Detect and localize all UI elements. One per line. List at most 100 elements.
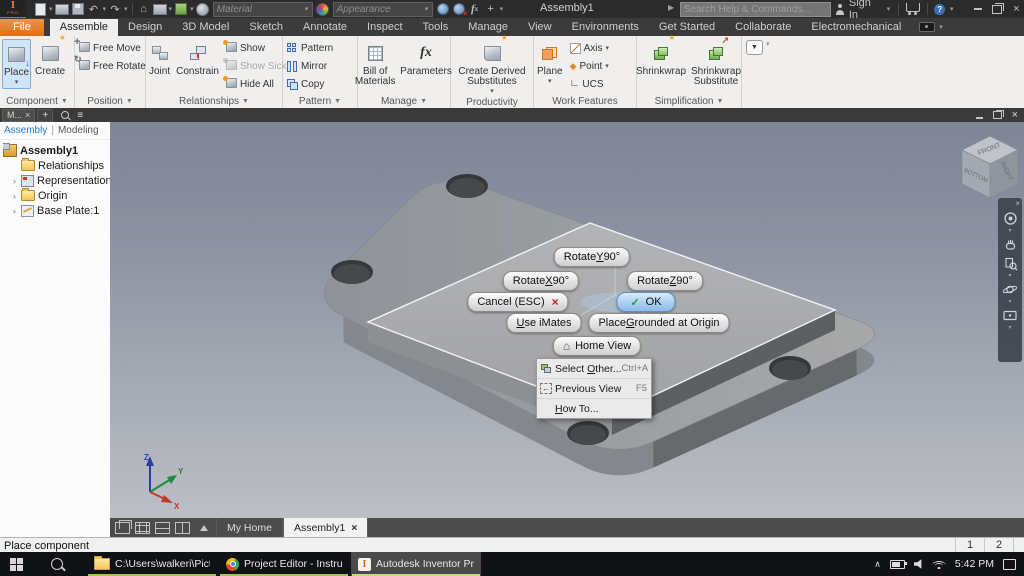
new-file-icon[interactable] — [33, 1, 47, 17]
browser-tab-model[interactable]: M...× — [2, 109, 35, 122]
appearance-select[interactable]: Appearance▾ — [333, 2, 433, 17]
help-caret[interactable]: ▾ — [950, 5, 954, 13]
browser-tab-close-icon[interactable]: × — [25, 110, 30, 120]
ribbon-tab-file[interactable]: File — [0, 19, 44, 36]
ribbon-tab-annotate[interactable]: Annotate — [293, 19, 357, 36]
ribbon-tab-get-started[interactable]: Get Started — [649, 19, 725, 36]
viewport-3d[interactable]: FRONT BOTTOM RIGHT × ▾ ▾ ▾ ▾ Rotate Y 90… — [110, 122, 1024, 518]
tree-item-assembly1[interactable]: Assembly1 — [3, 143, 110, 158]
qat-customize-caret[interactable]: ▾ — [500, 5, 504, 13]
ribbon-tab-3d-model[interactable]: 3D Model — [172, 19, 239, 36]
browser-add-tab-button[interactable]: + — [37, 109, 53, 122]
ribbon-tab-manage[interactable]: Manage — [458, 19, 518, 36]
adjust-appearance-icon[interactable] — [436, 1, 450, 17]
cancel-button[interactable]: Cancel (ESC)× — [467, 292, 568, 312]
render-icon[interactable] — [153, 1, 167, 17]
plane-button[interactable]: Plane ▾ — [536, 39, 564, 87]
battery-icon[interactable] — [890, 560, 905, 569]
tile-windows-icon[interactable] — [135, 522, 150, 534]
material-globe-icon[interactable] — [196, 1, 210, 17]
taskbar-item-file-explorer[interactable]: C:\Users\walkeri\Pict... — [87, 552, 217, 576]
navbar-close-icon[interactable]: × — [1015, 200, 1020, 208]
restore-button[interactable] — [989, 2, 1004, 16]
store-cart-icon[interactable] — [906, 3, 919, 12]
place-button[interactable]: ↓ Place ▾ — [2, 39, 31, 89]
wheel-caret[interactable]: ▾ — [1008, 228, 1011, 234]
panel-label-work-features[interactable]: Work Features — [534, 95, 636, 108]
constrain-button[interactable]: Constrain — [175, 39, 220, 79]
mode-modeling[interactable]: Modeling — [58, 125, 99, 136]
inventor-logo[interactable]: I PRO — [0, 0, 26, 19]
screencast-icon[interactable] — [919, 22, 935, 32]
document-close-button[interactable]: × — [1012, 109, 1018, 121]
taskbar-search-icon[interactable] — [51, 558, 63, 570]
browser-search-icon[interactable] — [61, 111, 69, 119]
ribbon-tab-sketch[interactable]: Sketch — [239, 19, 293, 36]
cascade-windows-icon[interactable] — [115, 522, 130, 534]
ribbon-tab-electromechanical[interactable]: Electromechanical — [801, 19, 911, 36]
menu-item-previous-view[interactable]: ← Previous View F5 — [537, 378, 651, 398]
free-move-button[interactable]: + Free Move — [77, 39, 148, 57]
taskbar-item-browser[interactable]: Project Editor - Instru... — [219, 552, 349, 576]
tile-horizontal-icon[interactable] — [155, 522, 170, 534]
tab-my-home[interactable]: My Home — [216, 518, 283, 537]
appearance-sphere-icon[interactable] — [316, 1, 330, 17]
menu-item-select-other[interactable]: Select Other... Ctrl+A — [537, 359, 651, 378]
action-center-icon[interactable] — [1003, 559, 1016, 570]
rotate-z-button[interactable]: Rotate Z 90° — [627, 271, 703, 291]
joint-button[interactable]: Joint — [148, 39, 171, 79]
close-button[interactable]: × — [1009, 2, 1024, 16]
expand-tabs-icon[interactable] — [200, 525, 208, 531]
taskbar-item-inventor[interactable]: I Autodesk Inventor Pr... — [351, 552, 481, 576]
start-button[interactable] — [10, 558, 23, 571]
orbit-caret[interactable]: ▾ — [1008, 299, 1011, 305]
menu-item-how-to[interactable]: How To... — [537, 398, 651, 418]
panel-label-simplification[interactable]: Simplification▼ — [637, 95, 741, 108]
free-rotate-button[interactable]: ↻ Free Rotate — [77, 57, 148, 75]
rotate-y-button[interactable]: Rotate Y 90° — [554, 247, 630, 267]
tree-item-relationships[interactable]: Relationships — [3, 158, 110, 173]
zoom-icon[interactable] — [1001, 254, 1019, 272]
material-select[interactable]: Material▾ — [213, 2, 313, 17]
panel-label-component[interactable]: Component▼ — [0, 95, 74, 108]
redo-icon[interactable]: ↷ — [108, 1, 122, 17]
clock[interactable]: 5:42 PM — [955, 558, 994, 570]
ribbon-tab-design[interactable]: Design — [118, 19, 172, 36]
axis-button[interactable]: Axis▾ — [568, 39, 611, 57]
home-view-button[interactable]: ⌂Home View — [553, 336, 641, 356]
create-derived-substitutes-button[interactable]: * Create Derived Substitutes ▾ — [454, 39, 530, 97]
tab-close-icon[interactable]: × — [351, 522, 357, 534]
panel-label-relationships[interactable]: Relationships▼ — [146, 95, 282, 108]
tree-item-base-plate[interactable]: › Base Plate:1 — [3, 203, 110, 218]
navigation-wheel-icon[interactable] — [1001, 209, 1019, 227]
iproperties-icon[interactable] — [174, 1, 188, 17]
place-grounded-button[interactable]: Place Grounded at Origin — [588, 313, 729, 333]
use-imates-button[interactable]: Use iMates — [506, 313, 581, 333]
save-icon[interactable] — [71, 1, 85, 17]
render-caret[interactable]: ▾ — [169, 5, 173, 13]
shrinkwrap-button[interactable]: * Shrinkwrap — [636, 39, 686, 79]
ribbon-tab-tools[interactable]: Tools — [413, 19, 459, 36]
tabrow-caret[interactable]: ▾ — [939, 23, 943, 31]
mode-assembly[interactable]: Assembly — [4, 125, 47, 136]
panel-label-position[interactable]: Position▼ — [75, 95, 145, 108]
zoom-caret[interactable]: ▾ — [1008, 273, 1011, 279]
look-at-icon[interactable] — [1001, 306, 1019, 324]
help-icon[interactable]: ? — [934, 4, 945, 15]
panel-label-productivity[interactable]: Productivity — [451, 97, 533, 108]
open-icon[interactable] — [55, 1, 69, 17]
hide-all-button[interactable]: Hide All — [224, 75, 289, 93]
tree-item-origin[interactable]: › Origin — [3, 188, 110, 203]
new-file-caret[interactable]: ▾ — [49, 5, 53, 13]
ok-button[interactable]: ✓OK — [616, 292, 675, 312]
sign-in-caret[interactable]: ▾ — [887, 5, 891, 13]
ribbon-collapse-caret[interactable]: ▾ — [766, 40, 770, 48]
ribbon-tab-inspect[interactable]: Inspect — [357, 19, 412, 36]
minimize-button[interactable] — [970, 2, 985, 16]
tile-vertical-icon[interactable] — [175, 522, 190, 534]
tree-item-representations[interactable]: › Representations — [3, 173, 110, 188]
iproperties-caret[interactable]: ▾ — [190, 5, 194, 13]
ribbon-tab-environments[interactable]: Environments — [562, 19, 649, 36]
pan-icon[interactable] — [1001, 235, 1019, 253]
qat-add-icon[interactable]: + — [484, 1, 498, 17]
